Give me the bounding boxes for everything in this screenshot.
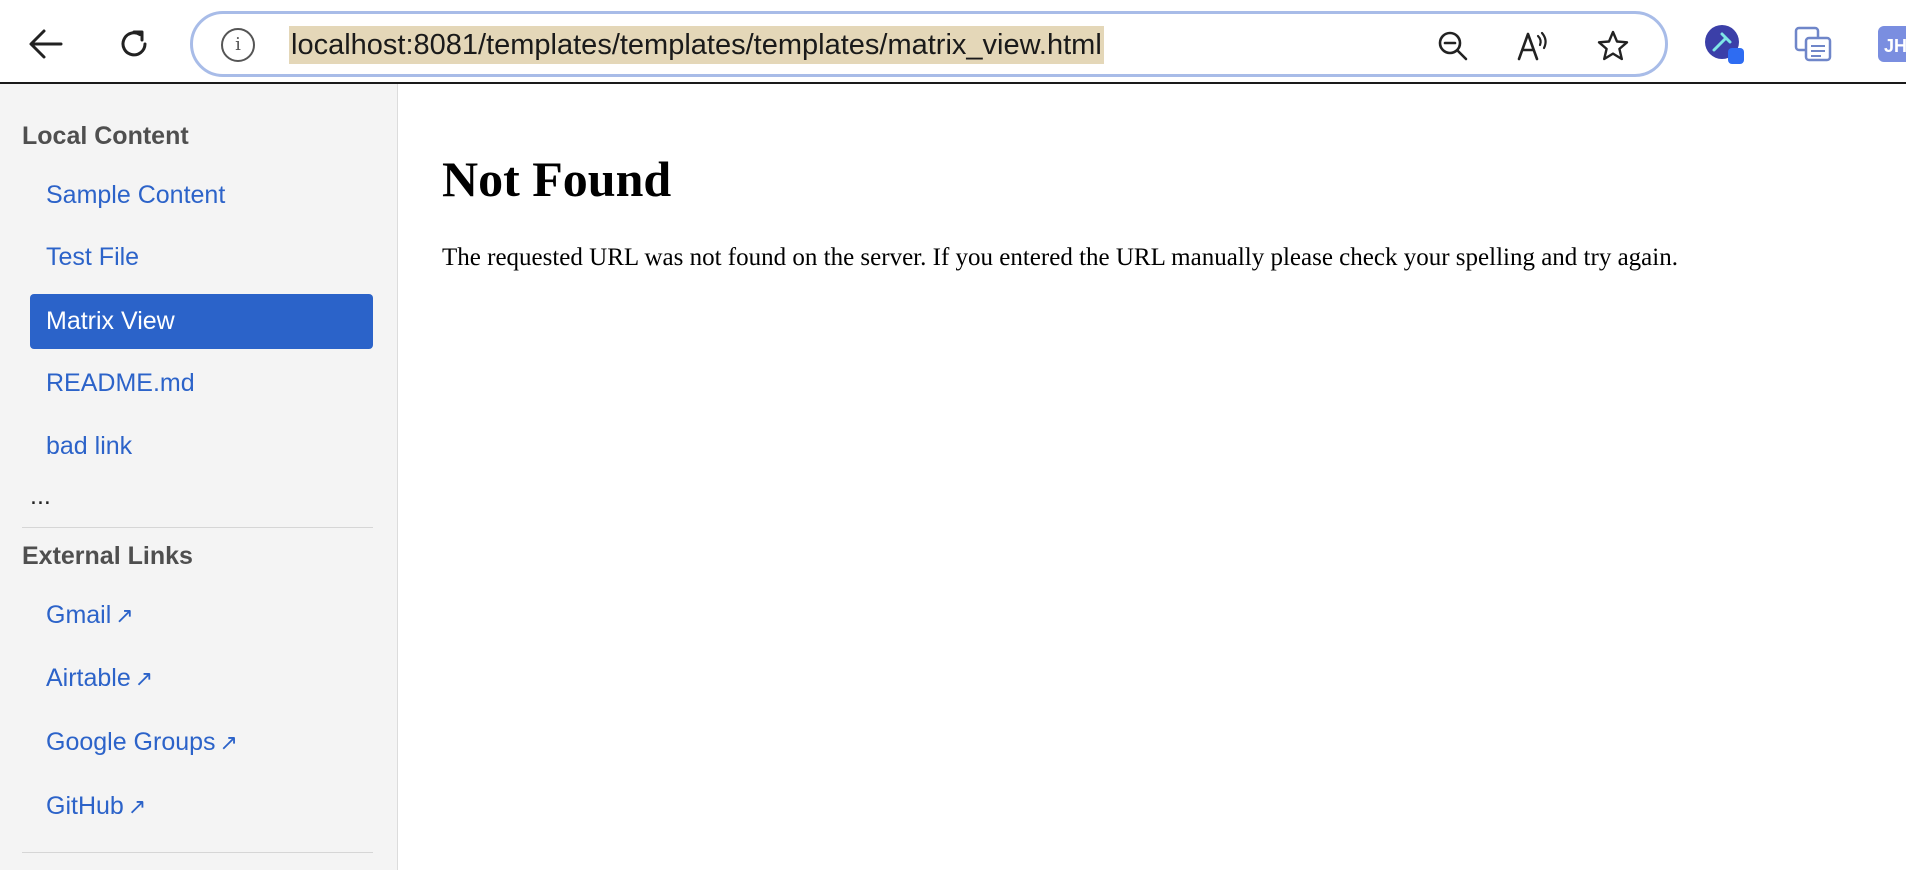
- favorite-button[interactable]: [1593, 26, 1633, 66]
- extension-translate-icon[interactable]: [1792, 22, 1836, 66]
- sidebar-item-label: Google Groups: [46, 728, 216, 756]
- page-title: Not Found: [442, 151, 672, 207]
- address-bar[interactable]: i localhost:8081/templates/templates/tem…: [190, 11, 1668, 77]
- sidebar-item-bad-link[interactable]: bad link: [30, 419, 373, 474]
- back-button[interactable]: [18, 18, 74, 70]
- sidebar-item-label: bad link: [46, 432, 133, 460]
- main-content: Not Found The requested URL was not foun…: [398, 84, 1906, 870]
- browser-toolbar: i localhost:8081/templates/templates/tem…: [0, 0, 1906, 84]
- url-text[interactable]: localhost:8081/templates/templates/templ…: [289, 26, 1104, 64]
- error-message: The requested URL was not found on the s…: [442, 244, 1678, 271]
- sidebar-item-label: Airtable: [46, 664, 131, 692]
- info-icon[interactable]: i: [221, 28, 255, 62]
- sidebar-item-gmail[interactable]: Gmail ↗: [30, 588, 373, 643]
- external-link-icon: ↗: [127, 795, 147, 820]
- sidebar-item-label: Sample Content: [46, 181, 226, 209]
- sidebar-item-label: Gmail: [46, 601, 112, 629]
- sidebar-item-test-file[interactable]: Test File: [30, 230, 373, 285]
- sidebar-divider: [22, 527, 373, 528]
- more-items-ellipsis[interactable]: ...: [30, 482, 51, 511]
- sidebar-item-label: GitHub: [46, 792, 124, 820]
- sidebar: Local Content Sample Content Test File M…: [0, 84, 398, 870]
- external-link-icon: ↗: [219, 731, 238, 756]
- external-link-icon: ↗: [115, 604, 134, 629]
- read-aloud-icon: [1517, 31, 1547, 61]
- sidebar-item-google-groups[interactable]: Google Groups ↗: [30, 715, 373, 770]
- sidebar-item-github[interactable]: GitHub ↗: [30, 779, 373, 834]
- sidebar-item-airtable[interactable]: Airtable ↗: [30, 651, 373, 706]
- star-icon: [1597, 30, 1629, 61]
- extension-profile-icon[interactable]: JH: [1878, 22, 1906, 66]
- read-aloud-button[interactable]: [1513, 26, 1553, 66]
- sidebar-item-sample-content[interactable]: Sample Content: [30, 168, 373, 223]
- external-links-heading: External Links: [22, 542, 193, 570]
- zoom-out-button[interactable]: [1433, 26, 1473, 66]
- reload-icon: [121, 30, 147, 57]
- sidebar-item-matrix-view[interactable]: Matrix View: [30, 294, 373, 349]
- zoom-out-icon: [1438, 31, 1468, 61]
- external-link-icon: ↗: [134, 667, 154, 692]
- extension-pin-icon[interactable]: [1702, 22, 1746, 66]
- sidebar-item-label: Test File: [46, 243, 140, 271]
- sidebar-item-label: README.md: [46, 369, 195, 397]
- local-content-heading: Local Content: [22, 122, 189, 150]
- reload-button[interactable]: [106, 18, 162, 70]
- sidebar-item-readme[interactable]: README.md: [30, 356, 373, 411]
- svg-text:JH: JH: [1884, 36, 1906, 56]
- sidebar-item-label: Matrix View: [46, 307, 175, 335]
- sidebar-divider: [22, 852, 373, 853]
- back-arrow-icon: [29, 29, 63, 59]
